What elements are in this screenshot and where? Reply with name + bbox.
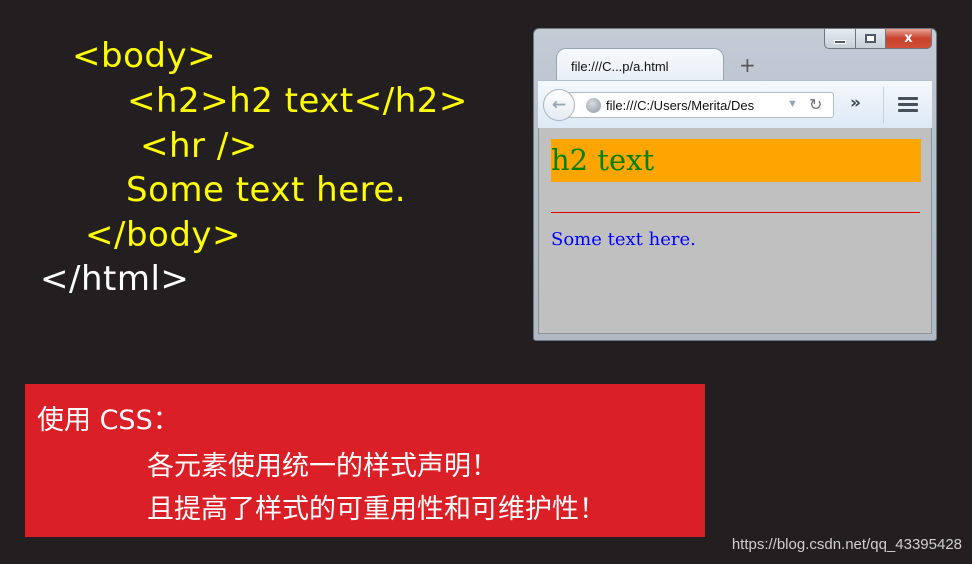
- rendered-hr: [551, 212, 920, 213]
- dropdown-arrow-icon[interactable]: ▼: [787, 98, 798, 110]
- tab-title: file:///C...p/a.html: [571, 59, 669, 74]
- minimize-button[interactable]: [824, 29, 856, 49]
- note-title: 使用 CSS：: [37, 405, 180, 436]
- rendered-h2: h2 text: [551, 139, 921, 182]
- url-bar[interactable]: file:///C:/Users/Merita/Des ▼ ↻: [564, 92, 834, 118]
- new-tab-button[interactable]: +: [739, 53, 756, 77]
- back-arrow-icon: ←: [551, 95, 567, 115]
- css-benefits-note: 使用 CSS： 各元素使用统一的样式声明！ 且提高了样式的可重用性和可维护性！: [25, 384, 705, 537]
- code-line-hr: <hr />: [140, 126, 258, 166]
- nav-bar: file:///C:/Users/Merita/Des ▼ ↻ ← »: [538, 80, 932, 128]
- menu-icon-bar: [898, 109, 918, 112]
- menu-icon-bar: [898, 97, 918, 100]
- code-line-body-open: <body>: [72, 36, 217, 76]
- maximize-button[interactable]: [856, 29, 886, 49]
- note-line-1: 各元素使用统一的样式声明！: [147, 451, 498, 482]
- toolbar-separator: [883, 87, 884, 123]
- maximize-icon: [865, 34, 876, 43]
- minimize-icon: [834, 39, 846, 44]
- rendered-paragraph: Some text here.: [551, 229, 696, 250]
- page-viewport: h2 text Some text here.: [538, 128, 932, 334]
- code-line-body-close: </body>: [85, 215, 242, 255]
- watermark: https://blog.csdn.net/qq_43395428: [731, 536, 962, 553]
- menu-icon-bar: [898, 103, 918, 106]
- browser-tab[interactable]: file:///C...p/a.html: [556, 48, 724, 81]
- code-line-html-close: </html>: [40, 259, 190, 299]
- reload-icon[interactable]: ↻: [809, 95, 822, 115]
- code-line-h2: <h2>h2 text</h2>: [127, 81, 468, 121]
- overflow-button[interactable]: »: [850, 93, 861, 113]
- code-line-text: Some text here.: [126, 170, 407, 210]
- window-controls: x: [824, 29, 932, 51]
- back-button[interactable]: ←: [543, 89, 575, 121]
- close-button[interactable]: x: [886, 29, 932, 49]
- url-text: file:///C:/Users/Merita/Des: [606, 98, 755, 113]
- menu-button[interactable]: [898, 97, 918, 115]
- close-icon: x: [904, 31, 913, 46]
- browser-window: x file:///C...p/a.html + file:///C:/User…: [533, 28, 937, 341]
- note-line-2: 且提高了样式的可重用性和可维护性！: [147, 494, 606, 525]
- globe-icon: [586, 98, 601, 113]
